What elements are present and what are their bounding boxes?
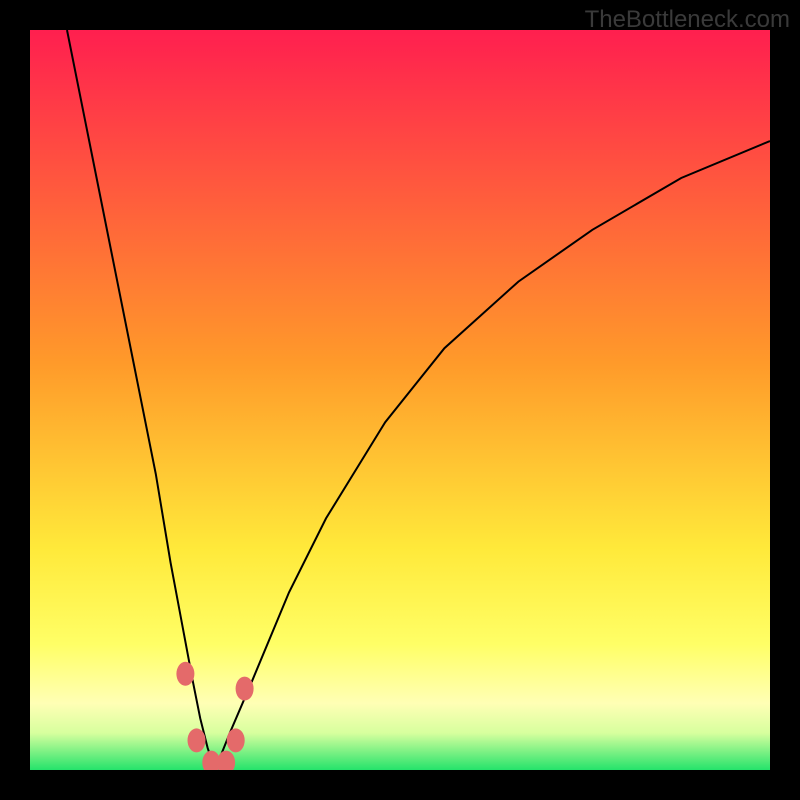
curve-marker — [236, 677, 254, 701]
curve-marker — [176, 662, 194, 686]
curve-marker — [188, 728, 206, 752]
bottleneck-chart — [30, 30, 770, 770]
chart-svg — [30, 30, 770, 770]
curve-marker — [227, 728, 245, 752]
